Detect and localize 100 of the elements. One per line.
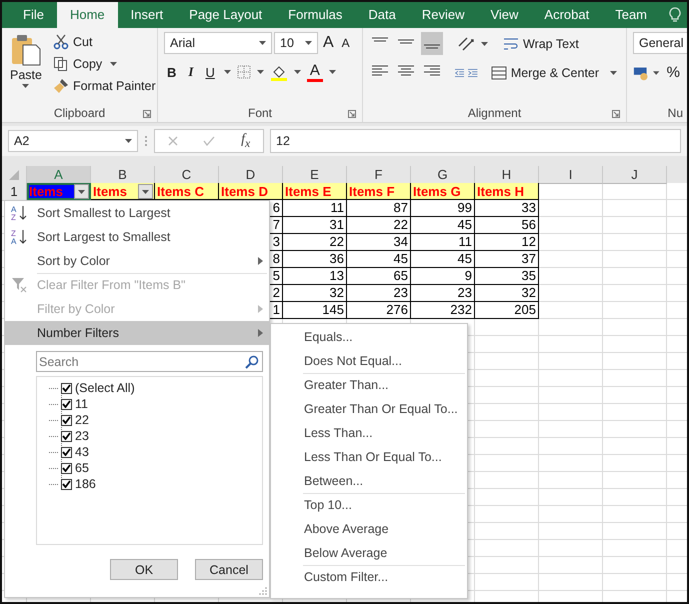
menu-item[interactable]: Greater Than Or Equal To...	[271, 397, 467, 421]
table-cell: 45	[411, 251, 475, 268]
ribbon-tab[interactable]: Insert	[118, 2, 176, 28]
checkbox[interactable]	[61, 462, 72, 474]
column-header[interactable]: J	[603, 166, 667, 184]
row-header[interactable]: 1	[2, 183, 27, 201]
italic-button[interactable]: I	[185, 62, 196, 82]
ribbon-tab[interactable]: Page Layout	[176, 2, 276, 28]
table-cell: 11	[411, 234, 475, 251]
checkbox[interactable]	[61, 430, 72, 442]
caret-icon	[22, 84, 30, 88]
header-cell: Items C	[155, 183, 219, 200]
menu-item[interactable]: Equals...	[271, 325, 467, 349]
checkbox[interactable]	[61, 382, 72, 394]
name-box[interactable]: A2	[8, 130, 138, 152]
font-name-field[interactable]: Arial	[164, 32, 272, 54]
underline-button[interactable]: U	[202, 62, 218, 82]
grow-font-button[interactable]: A	[320, 32, 337, 54]
submenu-arrow-icon	[258, 305, 263, 313]
value-label[interactable]: 43	[75, 445, 89, 459]
ribbon-tab[interactable]: Review	[408, 2, 478, 28]
align-icon[interactable]	[398, 64, 414, 78]
menu-item[interactable]: Above Average	[271, 517, 467, 541]
header-cell: Items F	[347, 183, 411, 200]
shrink-font-button[interactable]: A	[338, 34, 353, 52]
value-label[interactable]: 22	[75, 413, 89, 427]
table-cell: 65	[347, 268, 411, 285]
table-cell: 36	[283, 251, 347, 268]
value-label[interactable]: 23	[75, 429, 89, 443]
table-cell: 32	[283, 285, 347, 302]
align-icon[interactable]	[424, 64, 440, 78]
cancel-button[interactable]: Cancel	[195, 559, 263, 580]
number-format-field[interactable]: General	[633, 32, 687, 54]
format-painter-button[interactable]: Format Painter	[50, 76, 159, 96]
ribbon-tab[interactable]: View	[477, 2, 532, 28]
paintbrush-icon	[52, 78, 69, 94]
ribbon-tab[interactable]: Home	[56, 2, 118, 28]
table-cell: 22	[283, 234, 347, 251]
ribbon-tab[interactable]: Team	[602, 2, 660, 28]
caret-icon	[125, 139, 132, 143]
submenu-arrow-icon	[258, 257, 263, 265]
clear-filter-icon	[11, 277, 27, 293]
check-icon[interactable]	[203, 136, 216, 146]
bold-button[interactable]: B	[164, 62, 180, 82]
header-cell: Items D	[219, 183, 283, 200]
table-cell: 87	[347, 200, 411, 217]
font-size-field[interactable]: 10	[274, 32, 318, 54]
ribbon-tab[interactable]: Formulas	[275, 2, 356, 28]
merge-center-button[interactable]: Merge & Center	[488, 62, 620, 82]
table-cell: 23	[411, 285, 475, 302]
checkbox[interactable]	[61, 398, 72, 410]
checkbox[interactable]	[61, 446, 72, 458]
group-label: Nu	[668, 106, 683, 120]
wrap-text-button[interactable]: Wrap Text	[500, 34, 582, 54]
table-cell: 13	[283, 268, 347, 285]
dialog-launcher-icon[interactable]	[143, 110, 151, 118]
caret-icon	[259, 41, 266, 45]
resize-grip-icon[interactable]	[259, 587, 267, 595]
align-icon[interactable]	[372, 64, 388, 78]
table-cell: 145	[283, 302, 347, 319]
value-label[interactable]: 186	[75, 477, 96, 491]
filter-button[interactable]	[74, 184, 89, 199]
value-label[interactable]: (Select All)	[75, 381, 135, 395]
header-cell: Items G	[411, 183, 475, 200]
filter-button[interactable]	[138, 184, 153, 199]
ribbon-tab[interactable]: File	[10, 2, 57, 28]
menu-item[interactable]: Less Than Or Equal To...	[271, 445, 467, 469]
menu-item[interactable]: Between...	[271, 469, 467, 493]
lightbulb-icon[interactable]	[669, 7, 681, 23]
checkbox[interactable]	[61, 414, 72, 426]
clipboard-icon	[10, 34, 41, 66]
formula-field[interactable]: 12	[270, 129, 681, 153]
caret-icon	[481, 42, 488, 46]
menu-item[interactable]: Number Filters	[5, 321, 269, 345]
dialog-launcher-icon[interactable]	[348, 110, 356, 118]
ribbon-tab[interactable]: Acrobat	[531, 2, 602, 28]
menu-item[interactable]: Less Than...	[271, 421, 467, 445]
copy-button[interactable]: Copy	[50, 54, 159, 74]
value-label[interactable]: 11	[75, 397, 88, 411]
column-header[interactable]: I	[539, 166, 603, 184]
percent-button[interactable]: %	[664, 62, 683, 83]
table-cell: 56	[475, 217, 539, 234]
header-cell: Items E	[283, 183, 347, 200]
search-field[interactable]: Search	[36, 351, 263, 372]
paste-button[interactable]: Paste	[8, 32, 44, 104]
table-cell: 205	[475, 302, 539, 319]
value-label[interactable]: 65	[75, 461, 89, 475]
currency-icon[interactable]	[633, 64, 650, 80]
dialog-launcher-icon[interactable]	[612, 110, 620, 118]
borders-icon[interactable]	[236, 65, 251, 79]
checkbox[interactable]	[61, 478, 72, 490]
group-label: Font	[248, 106, 272, 120]
menu-item[interactable]: Below Average	[271, 541, 467, 565]
cut-button[interactable]: Cut	[50, 32, 159, 52]
insert-function-button[interactable]: f$_{x}$	[241, 132, 250, 150]
menu-item[interactable]: Does Not Equal...	[271, 349, 467, 373]
ribbon-tab[interactable]: Data	[355, 2, 409, 28]
wrap-text-icon	[503, 36, 519, 52]
font-color-button[interactable]: A	[306, 62, 323, 82]
ok-button[interactable]: OK	[110, 559, 178, 580]
